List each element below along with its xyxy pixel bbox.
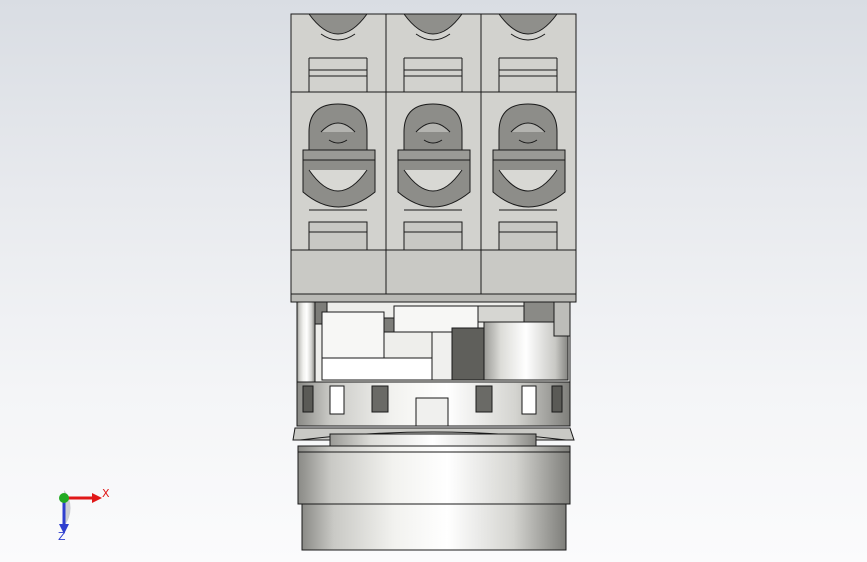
x-axis-label: X bbox=[102, 487, 110, 500]
graphics-viewport[interactable]: X Z bbox=[0, 0, 867, 562]
z-axis-label: Z bbox=[58, 530, 66, 543]
cad-model[interactable] bbox=[0, 0, 867, 562]
actuator-housing[interactable] bbox=[297, 433, 571, 551]
terminal-block[interactable] bbox=[290, 13, 577, 303]
locking-ring[interactable] bbox=[292, 381, 575, 441]
origin-icon bbox=[59, 493, 69, 503]
contact-mechanism[interactable] bbox=[296, 301, 571, 383]
